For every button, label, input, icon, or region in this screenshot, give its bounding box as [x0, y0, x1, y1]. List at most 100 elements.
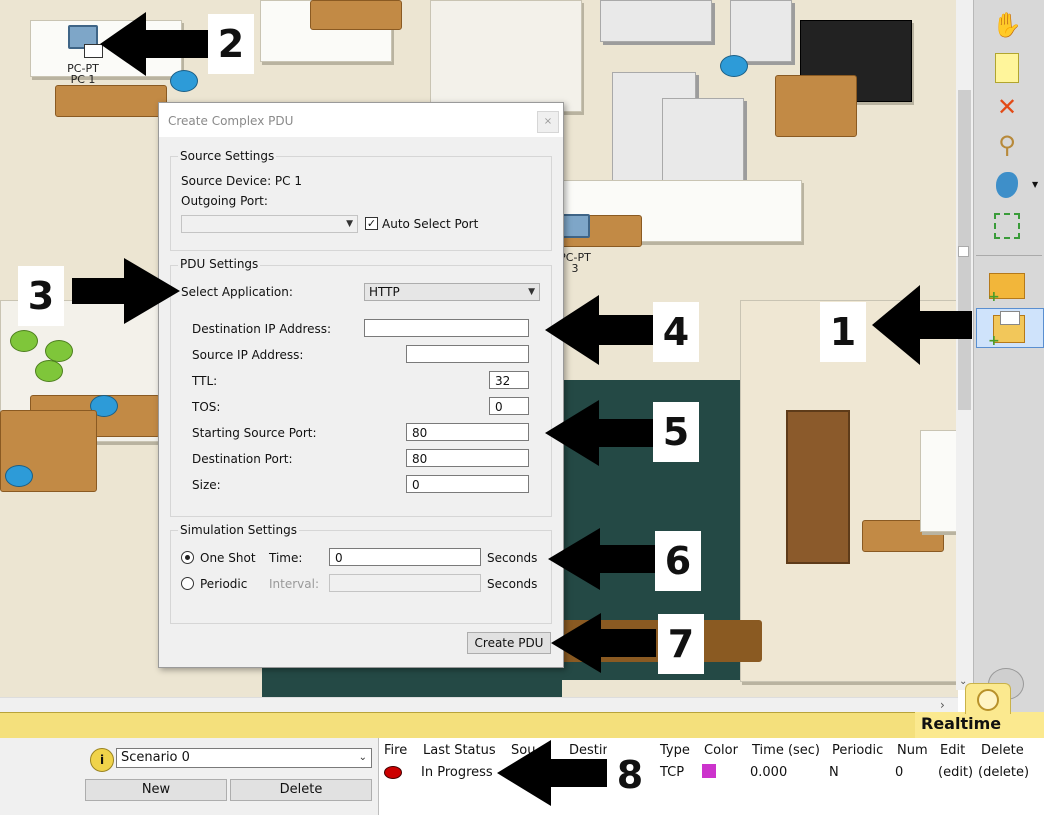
- common-tools-bar: ✋ ✕ ⚲ ▼ + +: [973, 0, 1044, 712]
- column-header[interactable]: Delete: [981, 743, 1024, 758]
- office-wall: [430, 0, 582, 112]
- arrow-left-icon: [548, 528, 656, 590]
- last-status-cell: In Progress: [421, 765, 493, 780]
- note-icon[interactable]: [988, 50, 1026, 84]
- callout-number: 6: [655, 531, 701, 591]
- tos-input[interactable]: 0: [489, 397, 529, 415]
- callout-number: 7: [658, 614, 704, 674]
- arrow-left-icon: [100, 12, 208, 76]
- scenario-select-value: Scenario 0: [121, 750, 190, 765]
- interval-label: Interval:: [269, 577, 319, 591]
- source-ip-input[interactable]: [406, 345, 529, 363]
- arrow-left-icon: [497, 740, 607, 806]
- column-header[interactable]: Type: [660, 743, 690, 758]
- one-shot-label: One Shot: [200, 551, 256, 565]
- realtime-tab[interactable]: Realtime: [915, 712, 1044, 738]
- close-button[interactable]: ×: [537, 111, 559, 133]
- select-application-label: Select Application:: [181, 285, 293, 299]
- delete-icon[interactable]: ✕: [988, 90, 1026, 124]
- source-device-label: Source Device: PC 1: [181, 174, 302, 188]
- arrow-left-icon: [545, 295, 655, 365]
- fire-indicator-icon[interactable]: [384, 766, 402, 779]
- arrow-left-icon: [551, 613, 656, 673]
- pdu-list-table: Fire Last Status Sou Destin Type Color T…: [378, 738, 1044, 815]
- column-header[interactable]: Edit: [940, 743, 965, 758]
- destination-port-label: Destination Port:: [192, 452, 293, 466]
- num-cell: 0: [895, 765, 904, 780]
- scroll-right-icon[interactable]: ›: [940, 698, 945, 712]
- add-simple-pdu-icon[interactable]: +: [988, 268, 1026, 304]
- destination-ip-input[interactable]: [364, 319, 529, 337]
- callout-number: 1: [820, 302, 866, 362]
- destination-port-input[interactable]: 80: [406, 449, 529, 467]
- seconds-label: Seconds: [487, 551, 538, 565]
- source-ip-label: Source IP Address:: [192, 348, 304, 362]
- chair: [720, 55, 748, 77]
- add-complex-pdu-icon[interactable]: +: [976, 308, 1044, 348]
- scenario-select[interactable]: Scenario 0 ⌄: [116, 748, 372, 768]
- column-header[interactable]: Fire: [384, 743, 407, 758]
- outgoing-port-label: Outgoing Port:: [181, 194, 268, 208]
- inspect-icon[interactable]: ⚲: [988, 128, 1026, 162]
- dialog-title: Create Complex PDU: [168, 114, 294, 128]
- delete-link[interactable]: (delete): [978, 765, 1029, 780]
- starting-source-port-input[interactable]: 80: [406, 423, 529, 441]
- edit-link[interactable]: (edit): [938, 765, 973, 780]
- ttl-input[interactable]: 32: [489, 371, 529, 389]
- time-input[interactable]: 0: [329, 548, 481, 566]
- workspace-horizontal-scrollbar[interactable]: ›: [0, 697, 958, 713]
- size-input[interactable]: 0: [406, 475, 529, 493]
- hand-icon[interactable]: ✋: [988, 8, 1026, 42]
- time-label: Time:: [269, 551, 303, 565]
- column-header[interactable]: Periodic: [832, 743, 883, 758]
- tos-label: TOS:: [192, 400, 221, 414]
- periodic-cell: N: [829, 765, 839, 780]
- dialog-titlebar[interactable]: Create Complex PDU ×: [159, 103, 563, 137]
- interval-input[interactable]: [329, 574, 481, 592]
- mode-bar: [0, 712, 1044, 739]
- periodic-label: Periodic: [200, 577, 248, 591]
- callout-number: 2: [208, 14, 254, 74]
- application-value: HTTP: [369, 285, 400, 299]
- callout-number: 8: [607, 745, 653, 805]
- column-header[interactable]: Time (sec): [752, 743, 820, 758]
- pdu-settings-legend: PDU Settings: [178, 257, 261, 271]
- chevron-down-icon: ▼: [346, 219, 353, 229]
- periodic-radio[interactable]: [181, 577, 194, 590]
- draw-shape-icon[interactable]: [988, 168, 1026, 202]
- arrow-right-icon: [72, 258, 180, 324]
- resize-icon[interactable]: [988, 208, 1026, 242]
- callout-number: 3: [18, 266, 64, 326]
- seconds-label: Seconds: [487, 577, 538, 591]
- column-header[interactable]: Last Status: [423, 743, 496, 758]
- office-wall: [920, 430, 958, 532]
- device-name-label: PC 1: [70, 73, 96, 86]
- chevron-down-icon: ⌄: [358, 752, 367, 763]
- cabinet: [600, 0, 712, 42]
- auto-select-port-checkbox[interactable]: ✓: [365, 217, 378, 230]
- starting-source-port-label: Starting Source Port:: [192, 426, 317, 440]
- column-header[interactable]: Color: [704, 743, 738, 758]
- application-select[interactable]: HTTP ▼: [364, 283, 540, 301]
- auto-select-port-label: Auto Select Port: [382, 217, 479, 231]
- time-cell: 0.000: [750, 765, 788, 780]
- chair: [45, 340, 73, 362]
- desk: [55, 85, 167, 117]
- create-pdu-button[interactable]: Create PDU: [467, 632, 551, 654]
- outgoing-port-select[interactable]: ▼: [181, 215, 358, 233]
- realtime-clock-icon[interactable]: [965, 683, 1011, 714]
- delete-scenario-button[interactable]: Delete: [230, 779, 372, 801]
- arrow-left-icon: [872, 285, 972, 365]
- sink-counter: [730, 0, 792, 62]
- bookshelf: [786, 410, 850, 564]
- callout-number: 5: [653, 402, 699, 462]
- chevron-down-icon[interactable]: ▼: [1032, 180, 1038, 189]
- column-header[interactable]: Num: [897, 743, 928, 758]
- chair: [5, 465, 33, 487]
- one-shot-radio[interactable]: [181, 551, 194, 564]
- type-cell: TCP: [660, 765, 685, 780]
- new-scenario-button[interactable]: New: [85, 779, 227, 801]
- chair: [10, 330, 38, 352]
- info-icon[interactable]: i: [90, 748, 114, 772]
- color-swatch: [702, 764, 716, 778]
